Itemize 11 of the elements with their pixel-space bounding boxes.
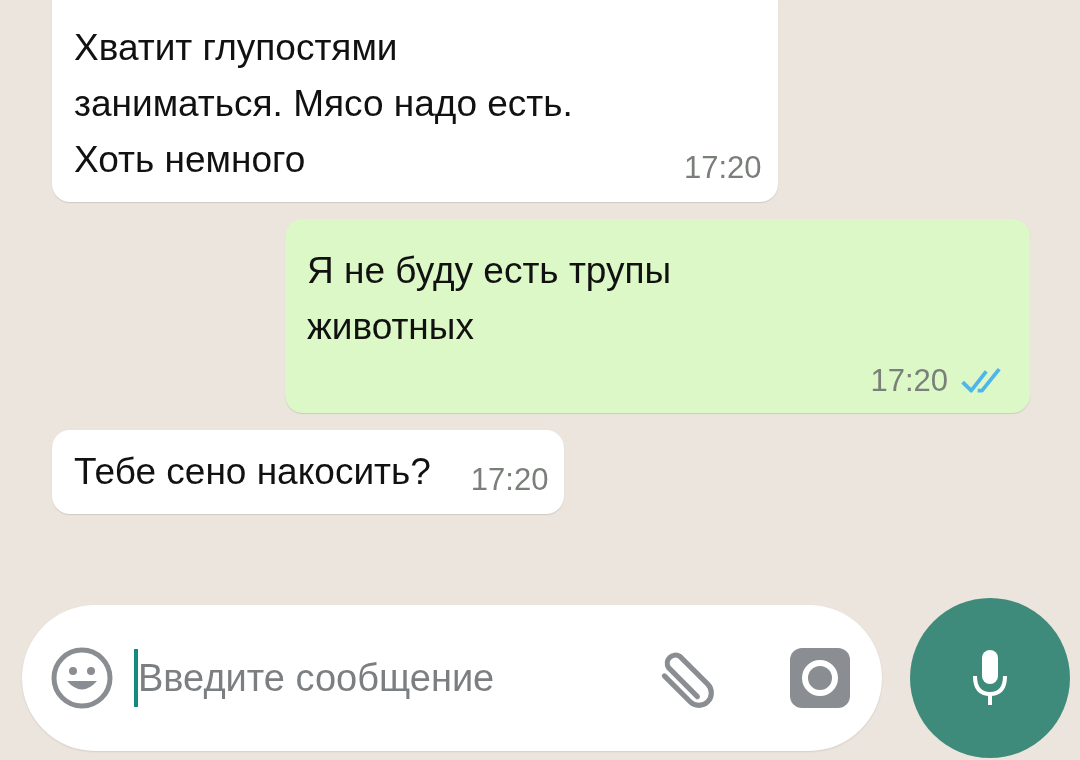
- message-input[interactable]: Введите сообщение: [138, 656, 652, 700]
- emoji-icon[interactable]: [50, 646, 114, 710]
- text-cursor: [134, 649, 138, 707]
- message-time: 17:20: [470, 462, 549, 498]
- message-text: Я не буду есть трупы животных: [307, 249, 673, 349]
- message-time: 17:20: [684, 150, 762, 186]
- message-text: Тебе сено накосить?: [74, 450, 431, 494]
- message-text: Хватит глупостями заниматься. Мясо надо есть. Хоть немного: [74, 26, 574, 182]
- camera-icon[interactable]: [788, 646, 852, 710]
- microphone-icon: [970, 648, 1010, 708]
- message-time: 17:20: [870, 363, 948, 399]
